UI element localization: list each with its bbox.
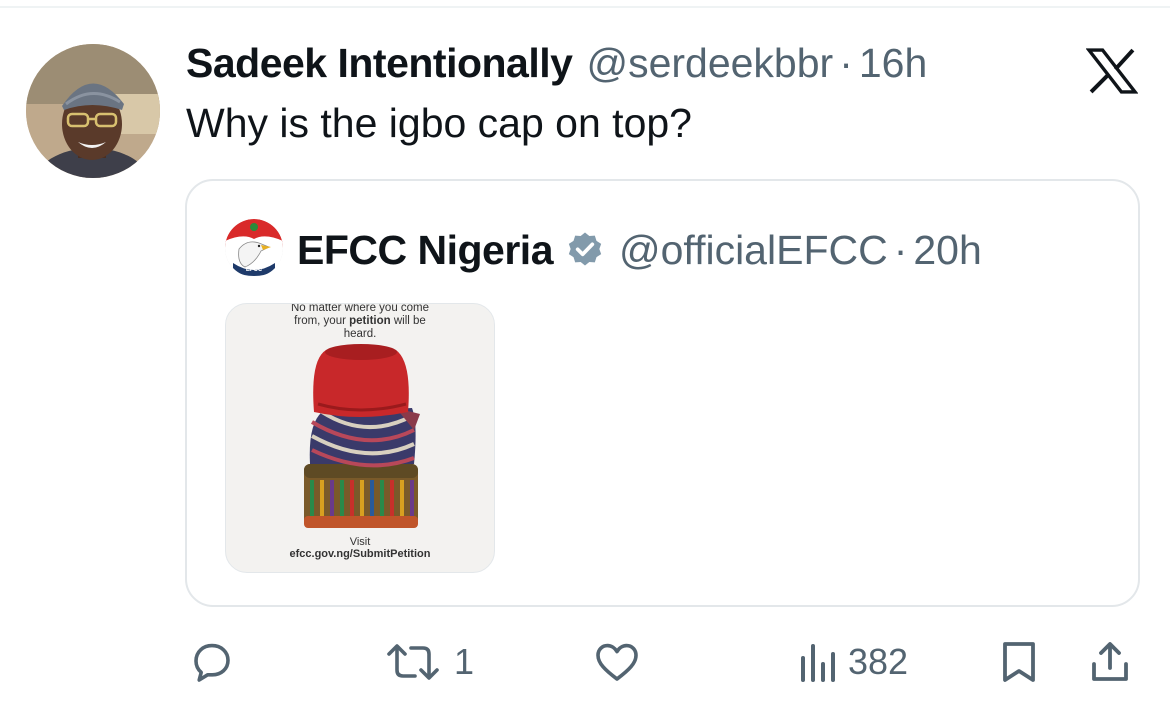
quoted-media-image[interactable]: No matter where you come from, your peti… bbox=[225, 303, 495, 573]
quoted-tweet-card[interactable]: EFCC EFCC Nigeria @officialEFCC · 20h No… bbox=[185, 179, 1140, 607]
author-avatar[interactable] bbox=[26, 44, 160, 178]
views-count: 382 bbox=[848, 641, 909, 682]
x-logo-icon[interactable] bbox=[1086, 48, 1138, 94]
share-button[interactable] bbox=[1086, 636, 1134, 688]
bookmark-icon bbox=[1003, 642, 1035, 682]
retweet-button[interactable]: 1 bbox=[382, 636, 474, 688]
like-button[interactable] bbox=[592, 636, 652, 688]
quoted-header-separator: · bbox=[893, 226, 908, 273]
top-divider bbox=[0, 6, 1170, 8]
tweet-timestamp[interactable]: 16h bbox=[859, 40, 927, 87]
author-handle[interactable]: @serdeekbbr bbox=[586, 40, 833, 87]
retweet-count: 1 bbox=[454, 641, 475, 682]
tweet-text: Why is the igbo cap on top? bbox=[186, 100, 692, 146]
bookmark-button[interactable] bbox=[996, 636, 1042, 688]
efcc-logo-text: EFCC bbox=[246, 267, 263, 273]
tweet-header: Sadeek Intentionally @serdeekbbr · 16h bbox=[186, 40, 927, 90]
verified-badge-icon[interactable] bbox=[565, 230, 605, 270]
tweet-action-bar: 1 382 bbox=[0, 636, 1170, 696]
quoted-author-name[interactable]: EFCC Nigeria bbox=[297, 227, 554, 274]
reply-icon bbox=[194, 643, 230, 682]
media-caption-bottom: Visit efcc.gov.ng/SubmitPetition bbox=[226, 536, 494, 560]
retweet-icon bbox=[387, 644, 439, 680]
share-icon bbox=[1092, 642, 1128, 681]
efcc-logo-icon: EFCC bbox=[225, 219, 283, 277]
stacked-caps-illustration bbox=[304, 344, 420, 528]
quoted-author-avatar[interactable]: EFCC bbox=[225, 219, 283, 277]
author-avatar-image bbox=[26, 44, 160, 178]
quoted-author-handle[interactable]: @officialEFCC bbox=[619, 227, 888, 274]
reply-button[interactable] bbox=[188, 636, 246, 688]
header-separator: · bbox=[839, 40, 853, 86]
author-name[interactable]: Sadeek Intentionally bbox=[186, 40, 573, 87]
quoted-tweet-header: EFCC Nigeria @officialEFCC · 20h bbox=[297, 225, 982, 275]
quoted-tweet-timestamp[interactable]: 20h bbox=[913, 227, 981, 274]
heart-icon bbox=[596, 643, 638, 681]
views-button[interactable]: 382 bbox=[796, 636, 908, 688]
views-icon bbox=[801, 644, 835, 682]
media-url-text: efcc.gov.ng/SubmitPetition bbox=[289, 548, 431, 560]
